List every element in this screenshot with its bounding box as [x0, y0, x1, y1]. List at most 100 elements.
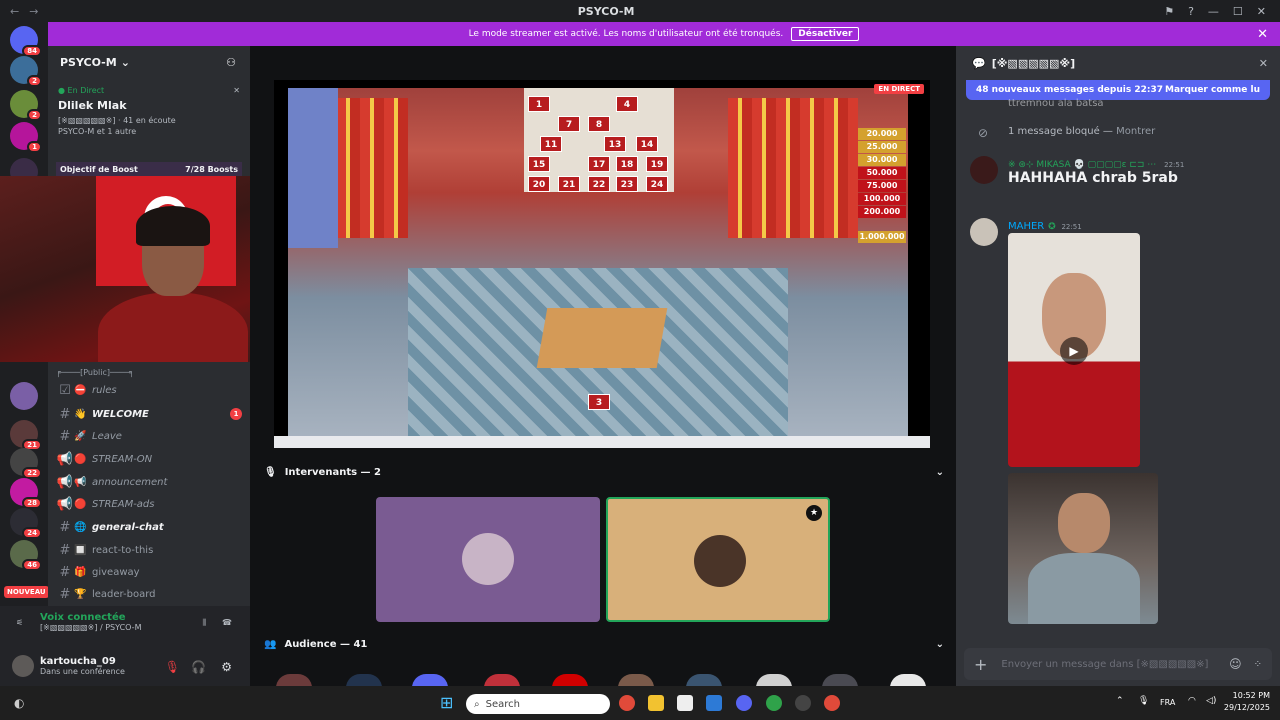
listener-count: 41 en écoute — [123, 116, 176, 125]
message-input[interactable]: + Envoyer un message dans [※▧▧▧▧▧※] ☺ ⁘ — [964, 648, 1272, 680]
clock-time: 10:52 PM — [1232, 691, 1270, 700]
hash-icon: # — [59, 542, 71, 558]
volume-icon[interactable]: ◁) — [1206, 696, 1216, 706]
server-icon[interactable] — [10, 382, 38, 410]
announcement-icon: 📢 — [56, 451, 74, 467]
apps-icon[interactable]: ⁘ — [1254, 659, 1262, 670]
chrome-icon[interactable] — [824, 695, 840, 711]
help-icon[interactable]: ? — [1188, 5, 1194, 18]
chrome-icon[interactable] — [766, 695, 782, 711]
image-attachment[interactable] — [1008, 473, 1158, 624]
channel-leader-board[interactable]: # 🏆 leader-board — [56, 584, 242, 604]
new-messages-bar[interactable]: 48 nouveaux messages depuis 22:37 Marque… — [966, 80, 1270, 100]
server-icon[interactable]: 1 — [10, 122, 42, 153]
avatar[interactable] — [970, 156, 998, 184]
server-icon[interactable]: 24 — [10, 508, 42, 539]
minimize-button[interactable]: — — [1208, 5, 1219, 18]
channel-react-to-this[interactable]: # 🔲 react-to-this — [56, 540, 242, 560]
channel-giveaway[interactable]: # 🎁 giveaway — [56, 562, 242, 582]
store-icon[interactable] — [677, 695, 693, 711]
mute-icon[interactable]: 🎙 — [165, 660, 180, 674]
audience-header[interactable]: 👥 Audience — 41 ⌄ — [264, 636, 944, 652]
chevron-up-icon[interactable]: ⌃ — [1116, 696, 1124, 706]
direct-messages-icon[interactable]: 84 — [10, 26, 42, 57]
file-explorer-icon[interactable] — [648, 695, 664, 711]
app-icon[interactable] — [795, 695, 811, 711]
voice-connected-label[interactable]: Voix connectée — [40, 612, 242, 623]
channel-general-chat[interactable]: # 🌐 general-chat — [56, 517, 242, 537]
disable-streamer-button[interactable]: Désactiver — [791, 27, 860, 41]
server-icon[interactable]: 22 — [10, 448, 42, 479]
server-icon[interactable]: 21 — [10, 420, 42, 451]
user-row[interactable]: kartoucha_09 Dans une conférence 🎙 🎧 ⚙ — [0, 650, 250, 682]
inbox-icon[interactable]: ⚑ — [1164, 5, 1174, 18]
plus-icon[interactable]: + — [974, 655, 987, 674]
chat-title: [※▧▧▧▧▧※] — [991, 56, 1076, 70]
headphone-icon[interactable]: 🎧 — [191, 660, 206, 674]
username: kartoucha_09 — [40, 656, 116, 667]
microphone-icon[interactable]: 🎙 — [1138, 696, 1149, 706]
maximize-button[interactable]: ☐ — [1233, 5, 1243, 18]
search-icon: ⌕ — [474, 698, 480, 710]
message-placeholder: Envoyer un message dans [※▧▧▧▧▧※] — [1001, 658, 1209, 670]
user-status: Dans une conférence — [40, 667, 125, 676]
close-icon[interactable]: ✕ — [1257, 27, 1268, 42]
wifi-icon[interactable]: ◠ — [1188, 696, 1196, 706]
start-icon[interactable]: ⊞ — [440, 693, 453, 712]
back-icon[interactable]: ← — [10, 5, 19, 18]
chevron-down-icon[interactable]: ⌄ — [936, 639, 944, 650]
channel-welcome[interactable]: # 👋 WELCOME 1 — [56, 404, 242, 424]
forward-icon[interactable]: → — [29, 5, 38, 18]
add-member-icon[interactable]: ⚇ — [226, 56, 236, 69]
clock[interactable]: 10:52 PM 29/12/2025 — [1224, 690, 1270, 714]
new-messages-text: 48 nouveaux messages depuis 22:37 — [976, 85, 1163, 95]
banner-text: Le mode streamer est activé. Les noms d'… — [468, 29, 784, 39]
message-author[interactable]: ※ ⊛⊹ MIKASA 💀 ▢▢▢▢ε ⊏⊐ ⋯ — [1008, 160, 1156, 170]
server-icon[interactable]: 28 — [10, 478, 42, 509]
chrome-icon[interactable] — [619, 695, 635, 711]
widgets-icon[interactable]: ◐ — [14, 696, 24, 710]
channel-stream-ads[interactable]: 📢 🔴 STREAM-ads — [56, 494, 242, 514]
gear-icon[interactable]: ⚙ — [221, 660, 232, 674]
message-time: 22:51 — [1164, 161, 1185, 169]
speaker-tile[interactable] — [376, 497, 600, 622]
mark-read-button[interactable]: Marquer comme lu — [1165, 85, 1260, 95]
avatar[interactable] — [970, 218, 998, 246]
channel-announcement[interactable]: 📢 📢 announcement — [56, 472, 242, 492]
hash-icon: # — [59, 586, 71, 602]
server-header[interactable]: PSYCO-M ⌄ ⚇ — [48, 46, 250, 78]
server-icon[interactable]: 2 — [10, 56, 42, 87]
server-icon[interactable]: 2 — [10, 90, 42, 121]
shield-icon[interactable] — [706, 695, 722, 711]
new-badge: NOUVEAU — [4, 586, 49, 598]
disconnect-icon[interactable]: ☎ — [222, 618, 232, 627]
soundboard-icon[interactable]: ⫼ — [202, 618, 206, 628]
channel-category[interactable]: ╒────[Public]────╕ — [56, 362, 242, 382]
avatar[interactable] — [12, 655, 34, 677]
channel-stream-on[interactable]: 📢 🔴 STREAM-ON — [56, 449, 242, 469]
taskbar-search[interactable]: ⌕ Search — [466, 694, 610, 714]
server-icon[interactable]: 46 — [10, 540, 42, 571]
live-stage-card[interactable]: ● En Direct ✕ Dlilek Mlak [※▧▧▧▧▧※] · 41 … — [48, 80, 250, 152]
screen-share[interactable]: 1 4 7 8 11 13 14 15 17 18 19 20 21 22 23… — [274, 80, 930, 448]
show-link[interactable]: Montrer — [1116, 126, 1155, 137]
clock-date: 29/12/2025 — [1223, 703, 1270, 712]
chevron-down-icon[interactable]: ⌄ — [936, 467, 944, 478]
close-button[interactable]: ✕ — [1257, 5, 1266, 18]
emoji-icon[interactable]: ☺ — [1229, 657, 1242, 671]
speaker-tile[interactable]: ★ — [606, 497, 830, 622]
message-text: HAHHAHA chrab 5rab — [1008, 170, 1178, 186]
close-icon[interactable]: ✕ — [233, 86, 240, 95]
channel-rules[interactable]: ☑ ⛔ rules — [56, 380, 242, 400]
video-attachment[interactable]: ▶ — [1008, 233, 1140, 467]
message-author[interactable]: MAHER — [1008, 221, 1044, 232]
channel-leave[interactable]: # 🚀 Leave — [56, 426, 242, 446]
speakers-header[interactable]: 🎙 Intervenants — 2 ⌄ — [264, 464, 944, 480]
language-indicator[interactable]: FRA — [1160, 698, 1175, 707]
play-icon[interactable]: ▶ — [1060, 337, 1088, 365]
speakers-text: PSYCO-M et 1 autre — [58, 127, 137, 136]
boost-goal[interactable]: Objectif de Boost 7/28 Boosts — [56, 162, 242, 177]
discord-icon[interactable] — [736, 695, 752, 711]
blocked-icon: ⊘ — [978, 126, 989, 140]
close-icon[interactable]: ✕ — [1259, 57, 1268, 70]
